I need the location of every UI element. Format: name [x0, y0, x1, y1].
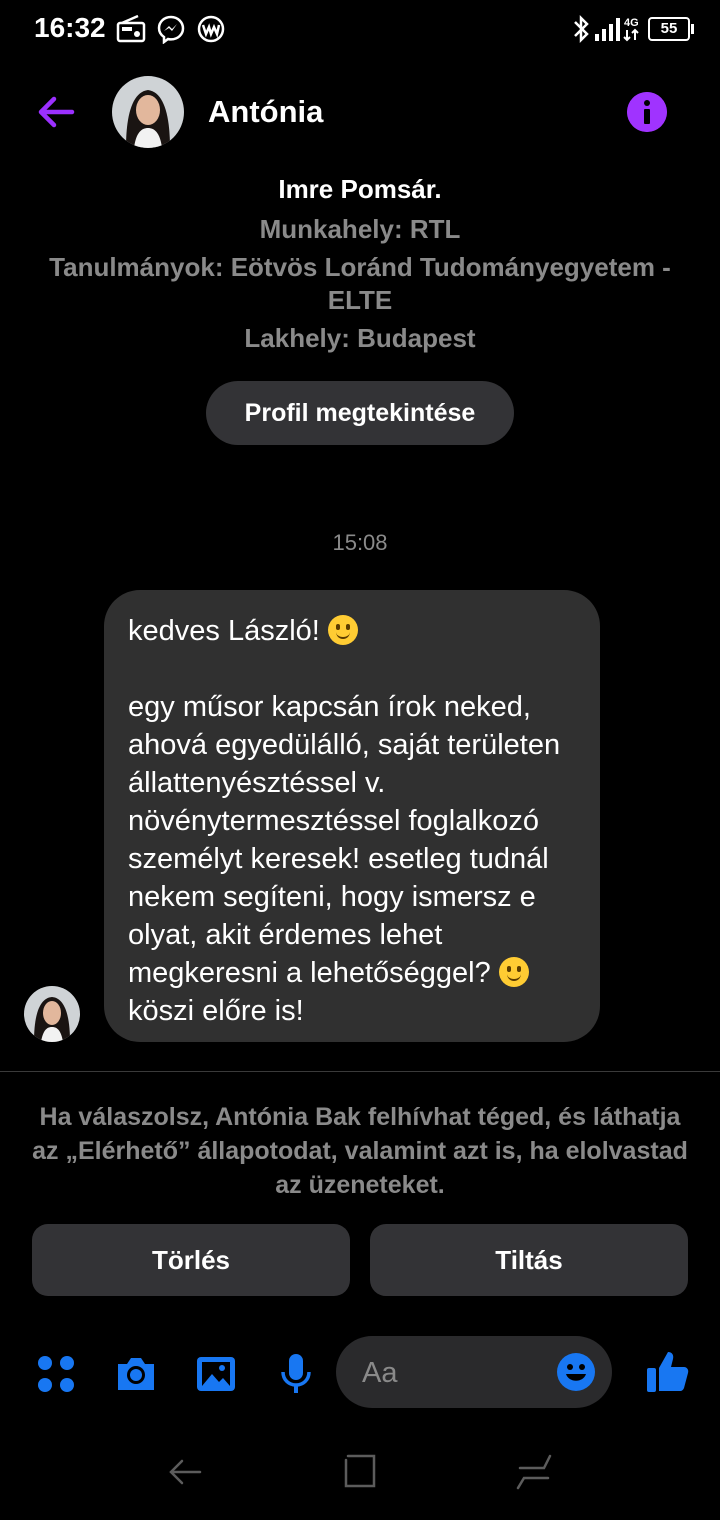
contact-avatar[interactable] [112, 76, 184, 148]
mutual-friends-cutoff: ― ― ― ― ― ― ― ― ― ― ― ― ― [0, 148, 720, 166]
nav-home-icon[interactable] [340, 1452, 380, 1492]
message-text: kedves László! egy műsor kapcsán írok ne… [128, 612, 588, 1030]
bluetooth-icon [574, 14, 589, 44]
microphone-icon[interactable] [274, 1352, 318, 1396]
app-icon [197, 15, 225, 43]
back-arrow-icon[interactable] [34, 90, 78, 134]
contact-name[interactable]: Antónia [208, 94, 323, 130]
smile-emoji-icon [327, 615, 358, 645]
more-apps-icon[interactable] [34, 1352, 78, 1396]
gallery-icon[interactable] [194, 1352, 238, 1396]
message-input[interactable] [360, 1350, 544, 1396]
info-icon[interactable] [627, 92, 667, 132]
request-notice: Ha válaszolsz, Antónia Bak felhívhat tég… [32, 1103, 688, 1199]
divider [0, 1071, 720, 1072]
battery-indicator: 55 [648, 17, 694, 41]
studies-text-line1: Tanulmányok: Eötvös Loránd Tudományegyet… [49, 252, 671, 282]
work-text: Munkahely: RTL [259, 214, 461, 244]
sender-avatar[interactable] [24, 986, 80, 1042]
block-button[interactable]: Tiltás [370, 1224, 688, 1296]
nav-recents-icon[interactable] [514, 1452, 554, 1492]
camera-icon[interactable] [114, 1352, 158, 1396]
avatar-photo [24, 986, 80, 1042]
avatar-photo [112, 76, 184, 148]
thumbs-up-icon[interactable] [644, 1348, 692, 1396]
message-timestamp: 15:08 [332, 530, 388, 555]
status-time: 16:32 [34, 12, 106, 43]
network-label: 4G [624, 17, 639, 29]
delete-button[interactable]: Törlés [32, 1224, 350, 1296]
nav-back-icon[interactable] [166, 1452, 206, 1492]
messenger-icon [157, 15, 185, 44]
radio-icon [116, 14, 146, 43]
studies-text-line2: ELTE [327, 285, 393, 315]
signal-icon: 4G [595, 17, 639, 42]
mutual-friends-text: Imre Pomsár. [278, 174, 442, 204]
message-greeting: kedves László! [128, 615, 328, 647]
emoji-icon[interactable] [556, 1352, 596, 1392]
message-composer[interactable] [336, 1336, 612, 1408]
residence-text: Lakhely: Budapest [244, 323, 476, 353]
message-body: egy műsor kapcsán írok neked, ahová egye… [128, 691, 569, 989]
smile-emoji-icon [498, 957, 529, 987]
view-profile-button[interactable]: Profil megtekintése [206, 381, 514, 445]
message-bubble[interactable]: kedves László! egy műsor kapcsán írok ne… [104, 590, 600, 1042]
